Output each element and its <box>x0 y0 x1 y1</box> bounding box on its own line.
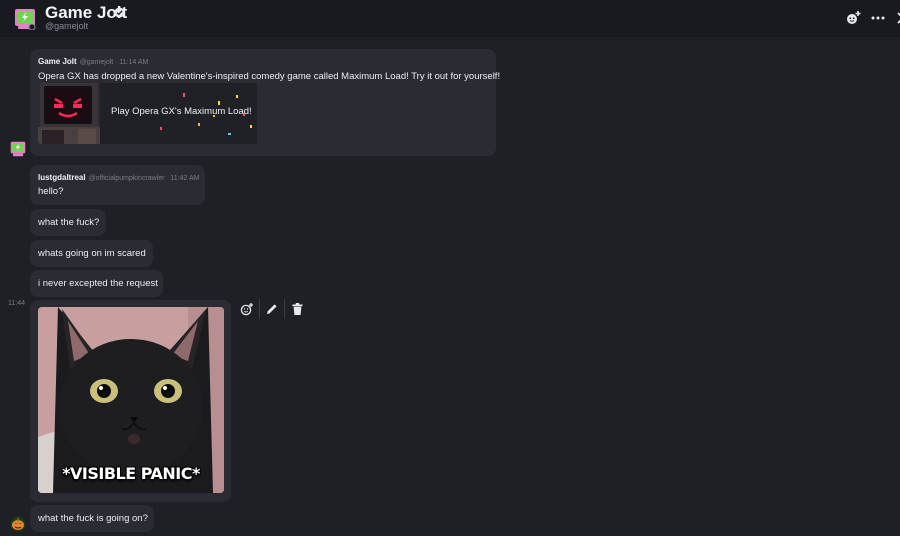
delete-icon <box>292 303 302 315</box>
message-action-toolbar <box>235 298 309 320</box>
cat-meme-image[interactable]: *VISIBLE PANIC* <box>38 307 224 493</box>
message-author[interactable]: lustgdaltreal <box>38 173 86 182</box>
edit-icon <box>267 304 277 314</box>
add-reaction-icon <box>240 303 253 316</box>
message-text: what the fuck is going on? <box>38 513 148 524</box>
more-options-button[interactable] <box>869 9 887 27</box>
message-meta: Game Jolt @gamejolt 11:14 AM <box>38 57 148 66</box>
verified-badge-icon <box>114 7 125 18</box>
edit-button[interactable] <box>260 298 284 320</box>
message-text: what the fuck? <box>38 217 100 228</box>
add-member-button[interactable] <box>844 9 862 27</box>
message-bubble: i never excepted the request <box>30 270 163 297</box>
game-jolt-avatar[interactable] <box>14 8 36 30</box>
embed-label: Play Opera GX's Maximum Load! <box>111 106 252 117</box>
message-game-jolt: Game Jolt @gamejolt 11:14 AM Opera GX has … <box>30 49 500 156</box>
image-caption: *VISIBLE PANIC* <box>62 464 200 483</box>
close-button[interactable] <box>894 9 900 27</box>
add-member-icon <box>847 11 861 24</box>
message-bubble: what the fuck? <box>30 209 106 236</box>
message-text: Opera GX has dropped a new Valentine's-i… <box>38 71 501 82</box>
game-jolt-avatar-small[interactable] <box>10 141 26 157</box>
message-text: i never excepted the request <box>38 278 158 289</box>
message-time: 11:14 AM <box>119 59 149 66</box>
chat-handle: @gamejolt <box>45 21 89 31</box>
message-lustgdaltreal: lustgdaltreal @officialpumpkincrawler 11:4… <box>30 165 205 205</box>
more-options-icon <box>871 16 885 20</box>
message-text: hello? <box>38 186 64 197</box>
hover-timestamp: 11:44 <box>8 300 25 307</box>
add-reaction-button[interactable] <box>235 298 259 320</box>
message-author[interactable]: Game Jolt <box>38 57 77 66</box>
message-handle: @officialpumpkincrawler <box>88 175 165 182</box>
game-embed-card[interactable]: Play Opera GX's Maximum Load! <box>38 83 257 144</box>
message-time: 11:42 AM <box>170 175 200 182</box>
message-bubble: whats going on im scared <box>30 240 153 267</box>
message-bubble: what the fuck is going on? <box>30 505 154 532</box>
close-icon <box>897 12 900 24</box>
delete-button[interactable] <box>285 298 309 320</box>
message-meta: lustgdaltreal @officialpumpkincrawler 11:4… <box>38 173 199 182</box>
message-text: whats going on im scared <box>38 248 146 259</box>
chat-header: Game Jolt @gamejolt <box>0 0 900 37</box>
message-image-bubble: *VISIBLE PANIC* <box>30 300 231 502</box>
message-handle: @gamejolt <box>79 59 114 66</box>
pumpkin-avatar[interactable] <box>10 516 26 532</box>
